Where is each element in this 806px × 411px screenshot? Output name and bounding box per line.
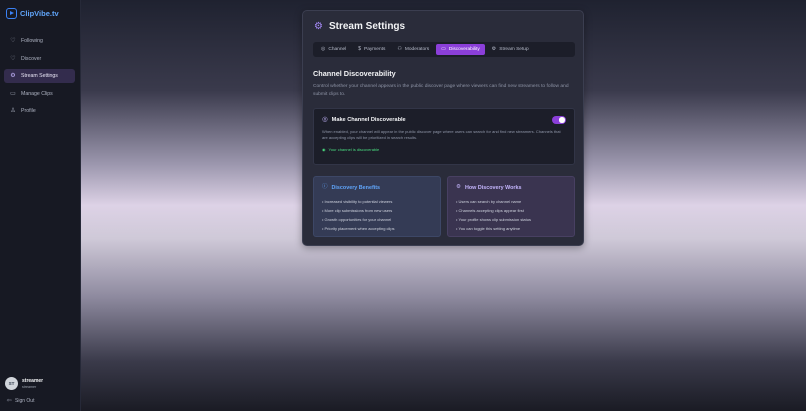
gear-icon: ⚙: [314, 20, 323, 32]
app-logo[interactable]: ClipVibe.tv: [6, 8, 59, 19]
panel-header: ◎ Make Channel Discoverable: [322, 116, 406, 124]
sidebar-item-manage-clips[interactable]: ▭ Manage Clips: [4, 87, 75, 101]
heart-icon: ♡: [10, 38, 16, 44]
panel-title: Make Channel Discoverable: [331, 117, 406, 124]
tab-label: Payments: [364, 47, 386, 52]
gear-icon: ⚙: [491, 46, 497, 52]
sidebar-item-profile[interactable]: ♙ Profile: [4, 104, 75, 118]
tab-discoverability[interactable]: ▭ Discoverability: [436, 44, 485, 55]
sign-out-label: Sign Out: [15, 398, 35, 404]
tab-label: Channel: [328, 47, 347, 52]
gear-icon: ⚙: [10, 73, 16, 80]
logout-icon: ⇦: [6, 398, 12, 404]
sidebar-item-label: Profile: [21, 108, 36, 115]
eye-icon: ◉: [322, 147, 326, 152]
video-icon: ▭: [10, 90, 16, 97]
sign-out-button[interactable]: ⇦ Sign Out: [6, 398, 34, 404]
tab-stream-setup[interactable]: ⚙ Stream Setup: [487, 44, 534, 55]
sidebar-nav: ♡ Following ♡ Discover ⚙ Stream Settings…: [4, 34, 75, 122]
list-item: • Users can search by channel name: [456, 199, 522, 204]
sidebar-item-discover[interactable]: ♡ Discover: [4, 52, 75, 66]
tab-channel[interactable]: ◎ Channel: [316, 44, 351, 55]
sidebar-item-following[interactable]: ♡ Following: [4, 34, 75, 48]
benefits-title: Discovery Benefits: [331, 185, 381, 191]
tab-label: Discoverability: [448, 47, 480, 52]
avatar: ST: [5, 377, 18, 390]
list-item: • Growth opportunities for your channel: [322, 217, 392, 222]
sidebar-item-label: Manage Clips: [21, 90, 53, 97]
tab-payments[interactable]: $ Payments: [353, 44, 390, 55]
page-title-text: Stream Settings: [328, 21, 406, 32]
page-title: ⚙ Stream Settings: [314, 21, 405, 32]
heart-icon: ♡: [10, 55, 16, 62]
list-item: • Channels accepting clips appear first: [456, 208, 524, 213]
tab-label: Moderators: [404, 47, 430, 52]
app-name: ClipVibe.tv: [20, 9, 59, 18]
monitor-icon: ▭: [441, 46, 446, 52]
benefits-list: • Increased visibility to potential view…: [322, 197, 432, 233]
discoverable-toggle[interactable]: [552, 116, 566, 124]
sidebar-item-stream-settings[interactable]: ⚙ Stream Settings: [4, 69, 75, 84]
list-item: • More clip submissions from new users: [322, 208, 393, 213]
panel-description: When enabled, your channel will appear i…: [322, 129, 561, 140]
discoverable-status: ◉ Your channel is discoverable: [322, 147, 379, 152]
user-profile[interactable]: ST streamer streamer: [5, 377, 43, 390]
user-role: streamer: [22, 385, 37, 389]
discovery-benefits-box: ⓘ Discovery Benefits • Increased visibil…: [313, 176, 441, 237]
users-icon: ⚇: [397, 46, 402, 52]
how-title: How Discovery Works: [464, 185, 522, 191]
list-item: • You can toggle this setting anytime: [456, 226, 521, 231]
user-name: streamer: [22, 378, 44, 384]
section-description: Control whether your channel appears in …: [313, 84, 569, 97]
play-logo-icon: [6, 8, 17, 19]
sidebar-item-label: Following: [21, 38, 43, 44]
settings-tabs: ◎ Channel $ Payments ⚇ Moderators ▭ Disc…: [313, 42, 575, 57]
info-icon: ⓘ: [322, 184, 328, 191]
settings-card: ⚙ Stream Settings ◎ Channel $ Payments ⚇…: [302, 10, 584, 246]
how-discovery-works-box: ⚙ How Discovery Works • Users can search…: [447, 176, 575, 237]
sidebar: ClipVibe.tv ♡ Following ♡ Discover ⚙ Str…: [0, 0, 81, 411]
dollar-icon: $: [358, 46, 362, 52]
list-item: • Increased visibility to potential view…: [322, 199, 393, 204]
globe-icon: ◎: [322, 116, 328, 123]
how-list: • Users can search by channel name • Cha…: [456, 197, 566, 233]
sidebar-item-label: Discover: [21, 55, 42, 62]
list-item: • Your profile shows clip submission sta…: [456, 217, 531, 222]
list-item: • Priority placement when accepting clip…: [322, 226, 395, 231]
status-text: Your channel is discoverable: [328, 147, 380, 152]
user-icon: ♙: [10, 108, 16, 115]
sidebar-item-label: Stream Settings: [21, 73, 58, 80]
discoverable-panel: ◎ Make Channel Discoverable When enabled…: [313, 108, 575, 165]
tab-moderators[interactable]: ⚇ Moderators: [392, 44, 434, 55]
section-title: Channel Discoverability: [313, 69, 396, 78]
tab-label: Stream Setup: [499, 47, 529, 52]
gear-icon: ⚙: [456, 184, 461, 191]
globe-icon: ◎: [321, 46, 326, 52]
